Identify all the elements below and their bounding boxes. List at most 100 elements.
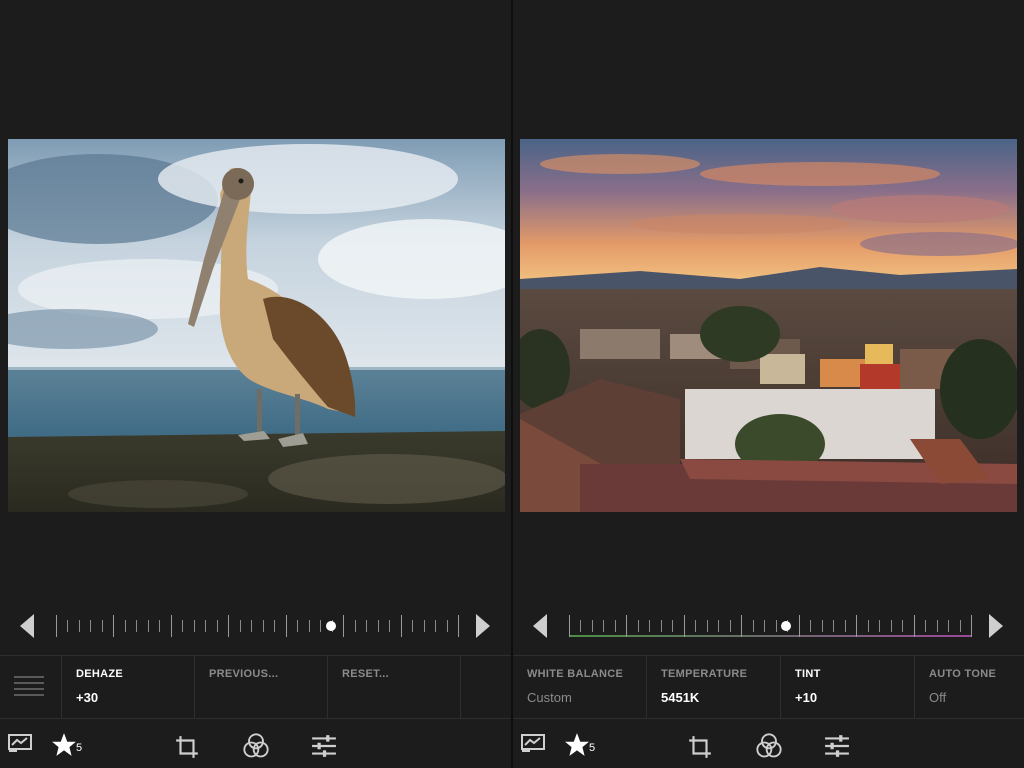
slider-tick bbox=[879, 620, 880, 632]
flag-icon[interactable] bbox=[8, 733, 34, 753]
slider-tick bbox=[228, 615, 229, 637]
menu-button[interactable] bbox=[0, 656, 62, 718]
slider-tick bbox=[366, 620, 367, 632]
left-pane: DEHAZE +30 PREVIOUS... RESET... 5 bbox=[0, 0, 511, 768]
star-icon[interactable] bbox=[50, 732, 78, 758]
slider-tick bbox=[914, 615, 915, 637]
slider-tick bbox=[672, 620, 673, 632]
slider-tick bbox=[159, 620, 160, 632]
slider-tick bbox=[251, 620, 252, 632]
slider-tick bbox=[960, 620, 961, 632]
slider-tick bbox=[182, 620, 183, 632]
slider-tick bbox=[971, 615, 972, 637]
adjustment-panel: WHITE BALANCE Custom TEMPERATURE 5451K T… bbox=[513, 655, 1024, 719]
cell-value: 5451K bbox=[661, 690, 700, 705]
bottom-toolbar: 5 bbox=[0, 718, 511, 768]
dehaze-slider[interactable] bbox=[0, 605, 511, 645]
slider-tick bbox=[695, 620, 696, 632]
slider-tick bbox=[741, 615, 742, 637]
slider-tick bbox=[776, 620, 777, 632]
adjustment-panel: DEHAZE +30 PREVIOUS... RESET... bbox=[0, 655, 511, 719]
slider-thumb[interactable] bbox=[781, 621, 791, 631]
town-sunset-photo bbox=[520, 139, 1017, 512]
slider-tick bbox=[102, 620, 103, 632]
cell-label: RESET... bbox=[342, 668, 390, 680]
slider-tick bbox=[937, 620, 938, 632]
slider-tick bbox=[113, 615, 114, 637]
cell-auto-tone[interactable]: AUTO TONE Off bbox=[915, 656, 1024, 718]
slider-tick bbox=[661, 620, 662, 632]
cell-dehaze[interactable]: DEHAZE +30 bbox=[62, 656, 195, 718]
right-pane: WHITE BALANCE Custom TEMPERATURE 5451K T… bbox=[513, 0, 1024, 768]
slider-tick bbox=[56, 615, 57, 637]
cell-temperature[interactable]: TEMPERATURE 5451K bbox=[647, 656, 781, 718]
slider-tick bbox=[868, 620, 869, 632]
slider-tick bbox=[148, 620, 149, 632]
slider-tick bbox=[309, 620, 310, 632]
tint-slider[interactable] bbox=[513, 605, 1024, 645]
slider-track[interactable] bbox=[569, 615, 972, 637]
slider-tick bbox=[592, 620, 593, 632]
arrow-right-icon[interactable] bbox=[989, 614, 1003, 638]
slider-tick bbox=[569, 615, 570, 637]
flag-icon[interactable] bbox=[521, 733, 547, 753]
slider-tick bbox=[67, 620, 68, 632]
slider-tick bbox=[902, 620, 903, 632]
slider-track[interactable] bbox=[56, 615, 459, 637]
slider-tick bbox=[435, 620, 436, 632]
star-icon[interactable] bbox=[563, 732, 591, 758]
slider-tick bbox=[205, 620, 206, 632]
slider-tick bbox=[274, 620, 275, 632]
app: DEHAZE +30 PREVIOUS... RESET... 5 WHITE … bbox=[0, 0, 1024, 768]
cell-white-balance[interactable]: WHITE BALANCE Custom bbox=[513, 656, 647, 718]
sliders-icon[interactable] bbox=[824, 734, 850, 758]
slider-tick bbox=[948, 620, 949, 632]
slider-tick bbox=[638, 620, 639, 632]
slider-tick bbox=[891, 620, 892, 632]
slider-tick bbox=[125, 620, 126, 632]
arrow-left-icon[interactable] bbox=[20, 614, 34, 638]
cell-label: AUTO TONE bbox=[929, 668, 997, 680]
cell-tint[interactable]: TINT +10 bbox=[781, 656, 915, 718]
slider-tick bbox=[580, 620, 581, 632]
color-mix-icon[interactable] bbox=[755, 732, 783, 760]
cell-reset[interactable]: RESET... bbox=[328, 656, 461, 718]
slider-tick bbox=[355, 620, 356, 632]
crop-icon[interactable] bbox=[687, 734, 713, 760]
slider-tick bbox=[320, 620, 321, 632]
crop-icon[interactable] bbox=[174, 734, 200, 760]
slider-tick bbox=[626, 615, 627, 637]
slider-tick bbox=[217, 620, 218, 632]
slider-tick bbox=[90, 620, 91, 632]
arrow-left-icon[interactable] bbox=[533, 614, 547, 638]
slider-tick bbox=[856, 615, 857, 637]
cell-label: TINT bbox=[795, 668, 821, 680]
slider-tick bbox=[707, 620, 708, 632]
cell-value: +10 bbox=[795, 690, 818, 705]
slider-tick bbox=[171, 615, 172, 637]
slider-tick bbox=[424, 620, 425, 632]
color-mix-icon[interactable] bbox=[242, 732, 270, 760]
slider-tick bbox=[447, 620, 448, 632]
slider-thumb[interactable] bbox=[326, 621, 336, 631]
arrow-right-icon[interactable] bbox=[476, 614, 490, 638]
cell-previous[interactable]: PREVIOUS... bbox=[195, 656, 328, 718]
cell-value: +30 bbox=[76, 690, 99, 705]
slider-tick bbox=[799, 615, 800, 637]
slider-tick bbox=[764, 620, 765, 632]
slider-tick bbox=[343, 615, 344, 637]
slider-tick bbox=[458, 615, 459, 637]
slider-tick bbox=[730, 620, 731, 632]
menu-icon bbox=[14, 676, 44, 700]
slider-tick bbox=[389, 620, 390, 632]
slider-tick bbox=[684, 615, 685, 637]
pelican-photo bbox=[8, 139, 505, 512]
slider-tick bbox=[845, 620, 846, 632]
sliders-icon[interactable] bbox=[311, 734, 337, 758]
slider-tick bbox=[649, 620, 650, 632]
slider-tick bbox=[286, 615, 287, 637]
slider-tick bbox=[401, 615, 402, 637]
slider-tick bbox=[810, 620, 811, 632]
slider-tick bbox=[79, 620, 80, 632]
slider-tick bbox=[136, 620, 137, 632]
